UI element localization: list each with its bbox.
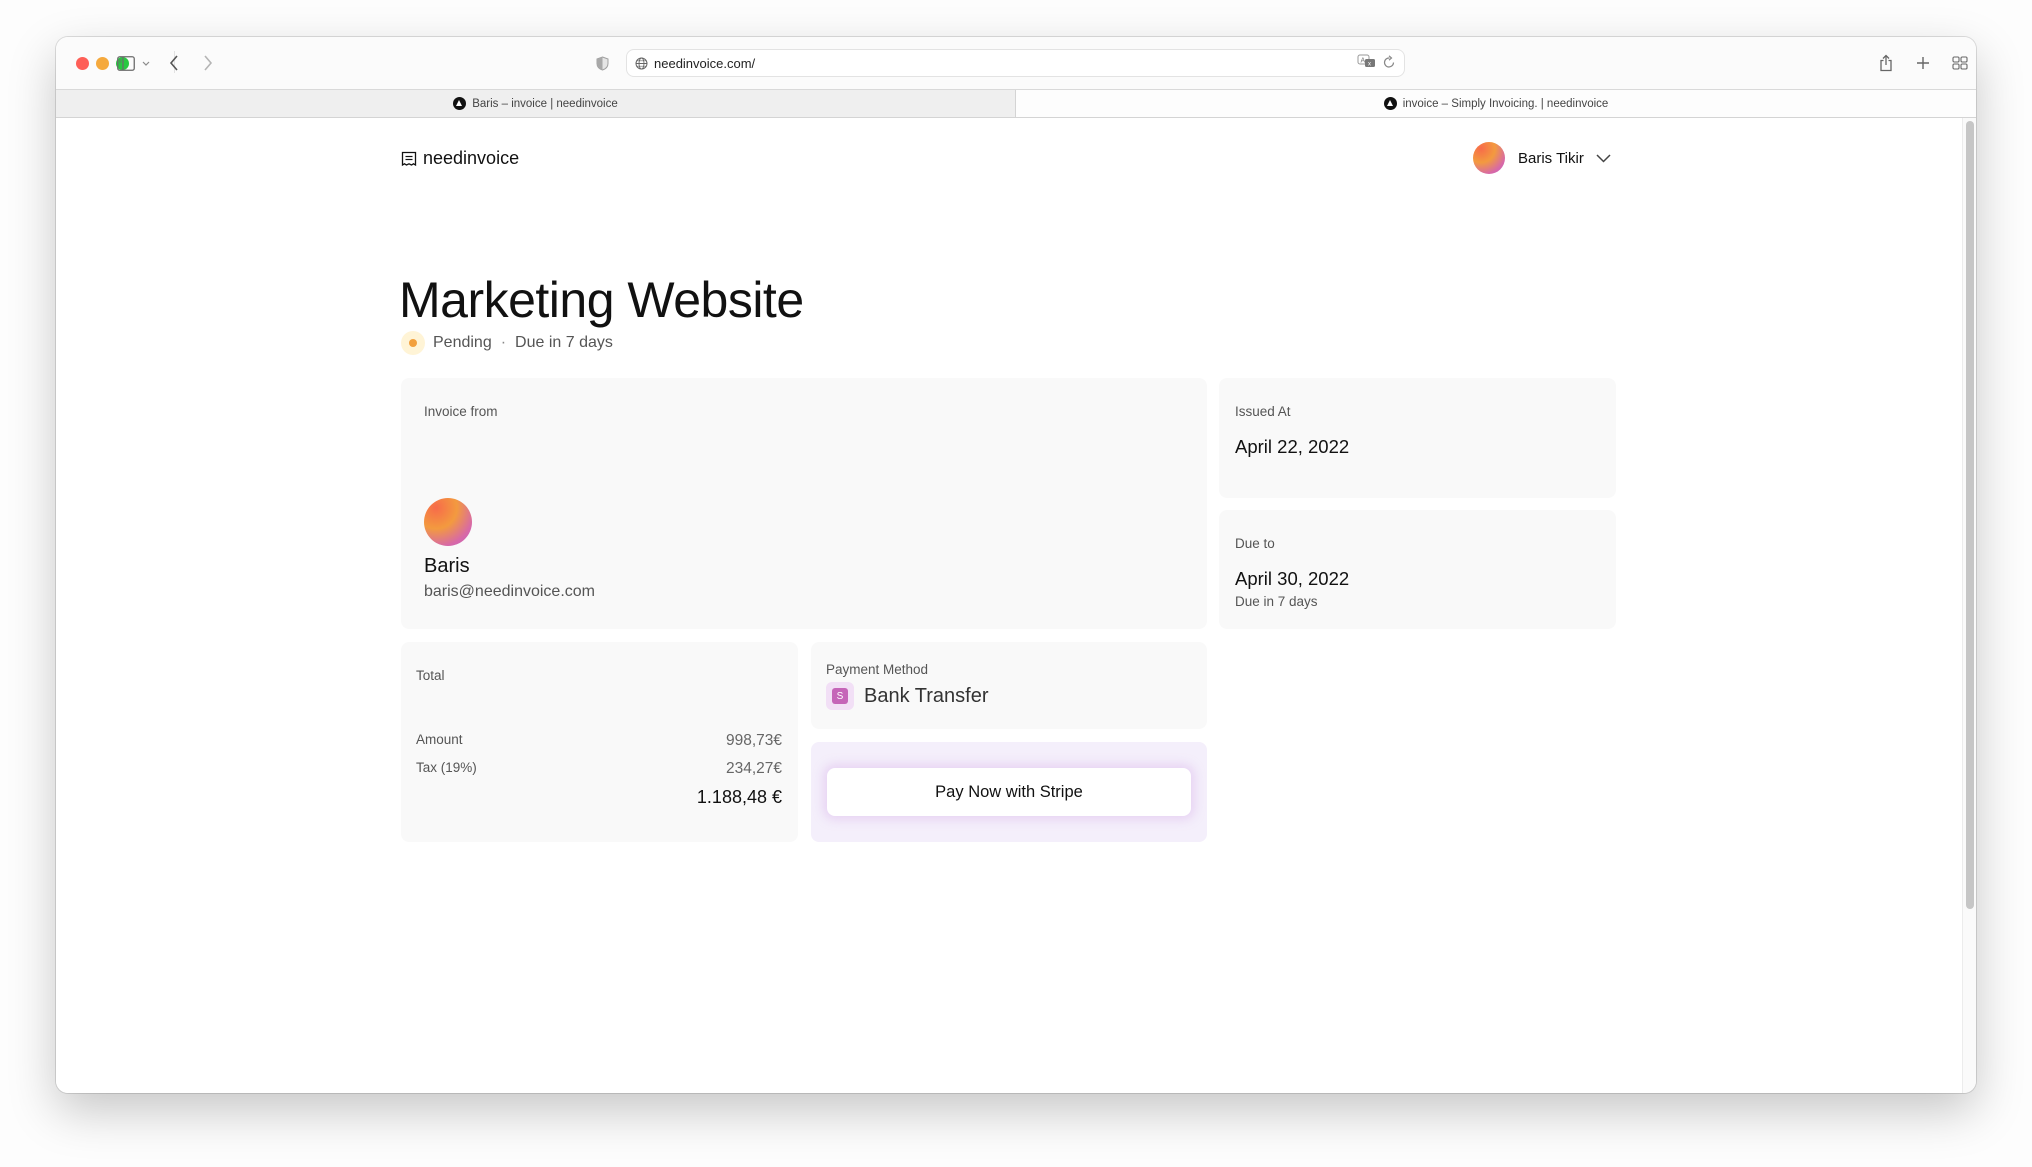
tab-title: invoice – Simply Invoicing. | needinvoic…	[1402, 97, 1609, 110]
due-countdown: Due in 7 days	[1235, 594, 1318, 609]
address-bar[interactable]: needinvoice.com/ Ax	[626, 49, 1405, 77]
total-card: Total Amount 998,73€ Tax (19%) 234,27€ 1…	[401, 642, 798, 842]
issued-date: April 22, 2022	[1235, 436, 1350, 457]
grand-total-value: 1.188,48 €	[696, 787, 782, 807]
tax-value: 234,27€	[725, 760, 782, 777]
chevron-left-icon	[169, 55, 178, 71]
brand-name: needinvoice	[423, 148, 520, 168]
total-label: Total	[416, 668, 445, 683]
tab-overview-button[interactable]	[1948, 51, 1972, 75]
page-scrollbar[interactable]	[1962, 118, 1976, 1093]
sidebar-menu-button[interactable]	[138, 51, 154, 75]
invoice-title: Marketing Website	[399, 272, 804, 328]
reload-button[interactable]	[1383, 55, 1396, 74]
brand-logo-link[interactable]: needinvoice	[401, 148, 519, 169]
issued-at-label: Issued At	[1235, 404, 1291, 419]
payment-method-label: Payment Method	[826, 662, 929, 677]
chevron-right-icon	[204, 55, 213, 71]
scrollbar-thumb[interactable]	[1966, 121, 1974, 909]
invoice-from-label: Invoice from	[424, 404, 498, 419]
svg-text:A: A	[1361, 58, 1366, 65]
amount-value: 998,73€	[725, 732, 782, 749]
invoice-status-row: Pending · Due in 7 days	[401, 331, 613, 355]
payment-method-name: Bank Transfer	[864, 684, 989, 707]
reload-icon	[1383, 55, 1395, 68]
tab-simply-invoicing[interactable]: invoice – Simply Invoicing. | needinvoic…	[1016, 90, 1976, 117]
plus-icon	[1917, 57, 1929, 69]
sender-name: Baris	[424, 555, 470, 577]
due-to-card: Due to April 30, 2022 Due in 7 days	[1219, 510, 1616, 629]
status-badge: Pending	[433, 334, 492, 351]
tax-row: Tax (19%) 234,27€	[416, 760, 782, 778]
share-icon	[1880, 54, 1892, 72]
close-window-button[interactable]	[76, 57, 89, 70]
privacy-report-button[interactable]	[590, 51, 614, 75]
site-favicon-icon	[1383, 97, 1397, 110]
invoice-from-card: Invoice from Baris baris@needinvoice.com	[401, 378, 1207, 629]
sender-avatar	[424, 498, 472, 546]
chevron-down-icon	[1596, 153, 1611, 163]
user-avatar	[1473, 142, 1505, 174]
globe-icon	[635, 57, 648, 69]
grid-icon	[1952, 56, 1968, 70]
status-dot-icon	[401, 331, 425, 355]
bank-transfer-icon: S	[826, 682, 854, 710]
translate-button[interactable]: Ax	[1357, 54, 1377, 75]
stripe-pay-card: Pay Now with Stripe	[811, 742, 1207, 842]
issued-at-card: Issued At April 22, 2022	[1219, 378, 1616, 498]
user-name: Baris Tikir	[1518, 149, 1584, 167]
due-to-label: Due to	[1235, 536, 1275, 551]
pay-with-stripe-button[interactable]: Pay Now with Stripe	[827, 768, 1191, 816]
sidebar-toggle-button[interactable]	[114, 51, 138, 75]
amount-label: Amount	[416, 732, 463, 747]
share-button[interactable]	[1874, 51, 1898, 75]
translate-icon: Ax	[1357, 54, 1375, 68]
url-text[interactable]: needinvoice.com/	[654, 56, 755, 71]
tab-baris-invoice[interactable]: Baris – invoice | needinvoice	[56, 90, 1016, 117]
svg-text:x: x	[1368, 62, 1371, 68]
chevron-down-icon	[142, 61, 150, 66]
tab-bar: Baris – invoice | needinvoice invoice – …	[56, 90, 1976, 118]
due-date: April 30, 2022	[1235, 568, 1350, 589]
minimize-window-button[interactable]	[96, 57, 109, 70]
back-button[interactable]	[162, 51, 186, 75]
forward-button[interactable]	[196, 51, 220, 75]
receipt-icon	[401, 151, 417, 166]
status-separator: ·	[500, 334, 507, 351]
browser-window: needinvoice.com/ Ax Baris – invoice | ne…	[56, 37, 1976, 1093]
grand-total-row: 1.188,48 €	[416, 787, 782, 808]
amount-row: Amount 998,73€	[416, 732, 782, 750]
bank-transfer-icon-letter: S	[832, 688, 848, 704]
new-tab-button[interactable]	[1911, 51, 1935, 75]
browser-toolbar: needinvoice.com/ Ax	[56, 37, 1976, 90]
site-favicon-icon	[453, 97, 467, 110]
sender-email: baris@needinvoice.com	[424, 583, 595, 600]
page-viewport: needinvoice Baris Tikir Marketing Websit…	[56, 118, 1962, 1093]
user-menu[interactable]: Baris Tikir	[1473, 142, 1611, 174]
tab-title: Baris – invoice | needinvoice	[472, 97, 618, 110]
shield-icon	[596, 55, 608, 71]
due-summary: Due in 7 days	[515, 334, 613, 351]
payment-method-card: Payment Method S Bank Transfer	[811, 642, 1207, 729]
sidebar-icon	[117, 55, 135, 71]
payment-method: S Bank Transfer	[826, 682, 989, 710]
tax-label: Tax (19%)	[416, 760, 477, 775]
